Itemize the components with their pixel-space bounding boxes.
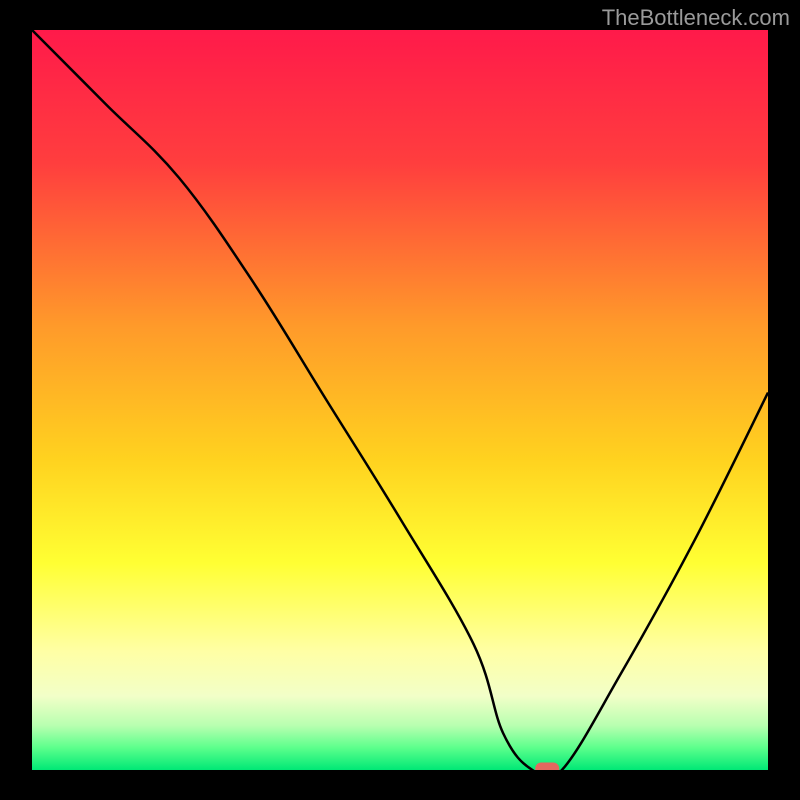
plot-background (32, 30, 768, 770)
chart-canvas (0, 0, 800, 800)
watermark-text: TheBottleneck.com (602, 5, 790, 31)
bottleneck-chart: TheBottleneck.com (0, 0, 800, 800)
